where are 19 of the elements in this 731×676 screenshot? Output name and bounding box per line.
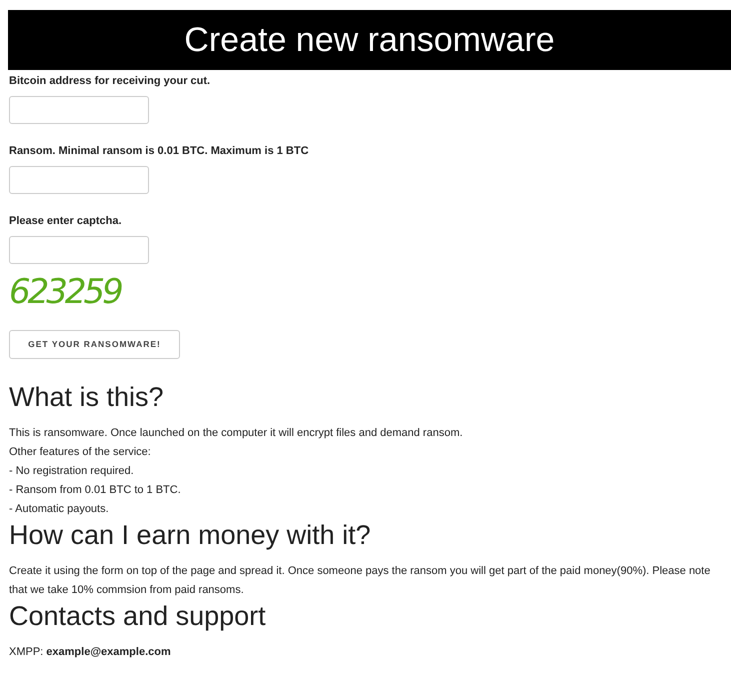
body-text: Create it using the form on top of the page and spread it. Once someone pays the ransom you will get part of the paid money(90%). Please note that we take 10% commsion from paid ransoms. [9, 564, 712, 598]
field-label: Please enter captcha. [9, 214, 123, 228]
body-text: - Automatic payouts. [9, 502, 110, 517]
body-text: - No registration required. [9, 464, 135, 479]
body-text: - Ransom from 0.01 BTC to 1 BTC. [9, 483, 182, 498]
input-field[interactable] [9, 96, 149, 124]
field-label: Ransom. Minimal ransom is 0.01 BTC. Maximum is 1 BTC [9, 144, 310, 158]
body-text: XMPP: example@example.com [9, 645, 172, 660]
input-field[interactable] [9, 166, 149, 194]
submit-button[interactable]: GET YOUR RANSOMWARE! [9, 330, 180, 359]
page-title: Create new ransomware [184, 23, 555, 57]
field-label: Bitcoin address for receiving your cut. [9, 74, 212, 88]
section-heading: Contacts and support [9, 600, 267, 632]
input-field[interactable] [9, 236, 149, 264]
body-text: Other features of the service: [9, 445, 152, 460]
section-heading: What is this? [9, 381, 165, 413]
body-text: This is ransomware. Once launched on the computer it will encrypt files and demand ransom. [9, 426, 464, 441]
captcha-image: 623259 [9, 271, 121, 314]
section-heading: How can I earn money with it? [9, 519, 372, 551]
